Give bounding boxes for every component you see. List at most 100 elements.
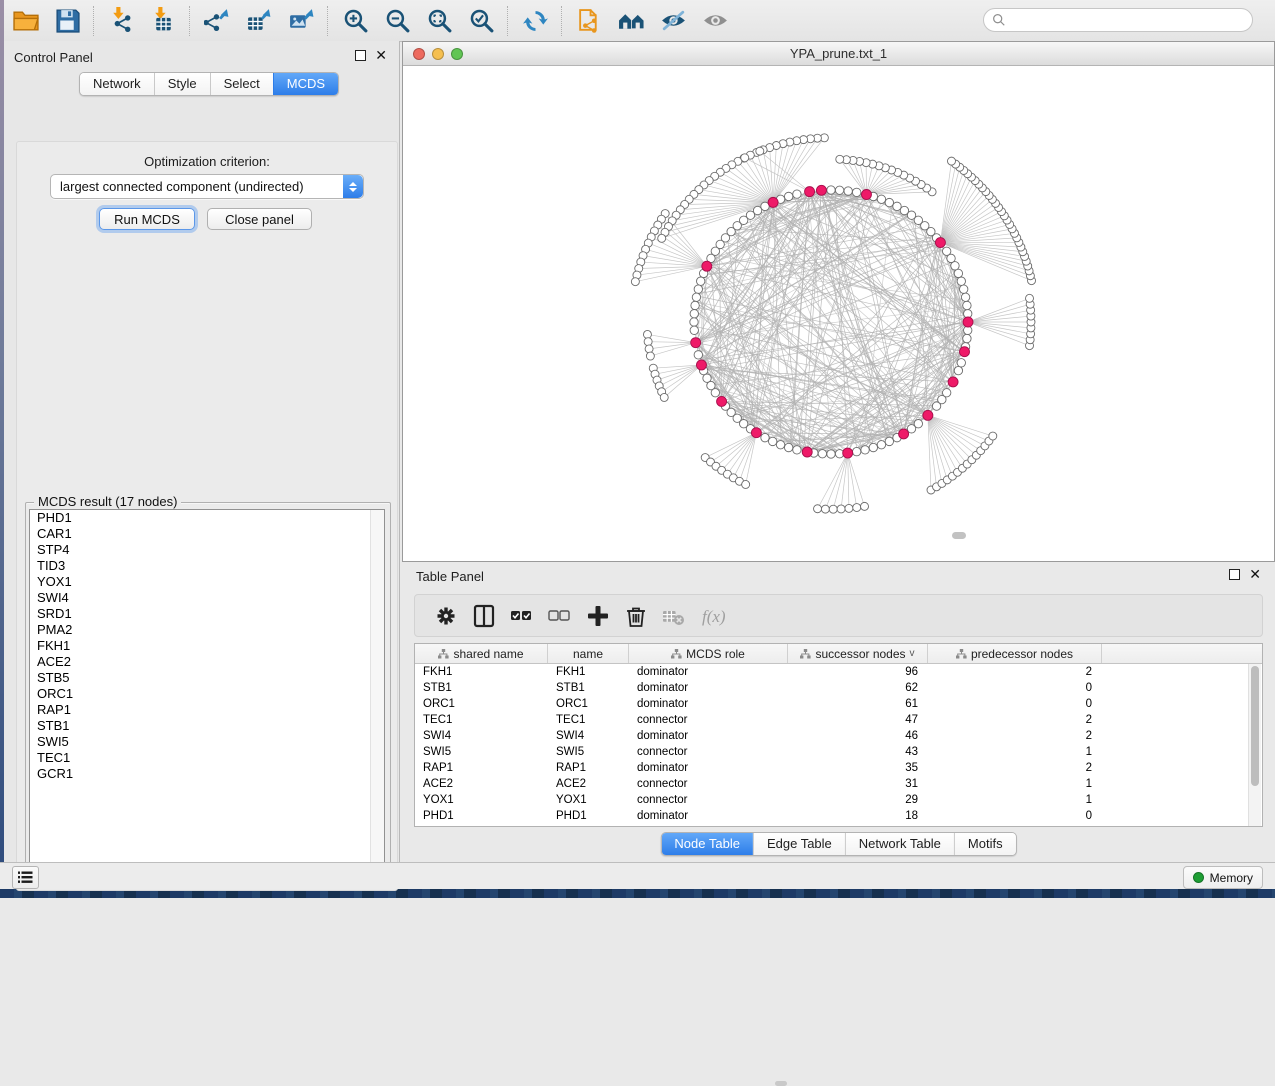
network-node[interactable]	[852, 188, 860, 196]
tab-style[interactable]: Style	[154, 73, 210, 95]
mcds-dominator-node[interactable]	[923, 410, 933, 420]
table-row[interactable]: STB1STB1dominator620	[415, 680, 1262, 696]
table-row[interactable]: FKH1FKH1dominator962	[415, 664, 1262, 680]
memory-button[interactable]: Memory	[1183, 866, 1263, 889]
tab-select[interactable]: Select	[210, 73, 273, 95]
network-node[interactable]	[827, 450, 835, 458]
node-table[interactable]: shared namenameMCDS rolesuccessor nodesv…	[414, 643, 1263, 827]
mcds-result-node[interactable]: YOX1	[30, 574, 384, 590]
network-leaf-node[interactable]	[756, 147, 764, 155]
network-canvas[interactable]	[404, 66, 1275, 562]
mcds-result-node[interactable]: SWI5	[30, 734, 384, 750]
network-node[interactable]	[818, 450, 826, 458]
result-scrollbar[interactable]	[370, 510, 384, 869]
open-session-button[interactable]	[4, 3, 46, 39]
network-node[interactable]	[963, 334, 971, 342]
column-header-successor-nodes[interactable]: successor nodesv	[788, 644, 928, 663]
table-row[interactable]: PHD1PHD1dominator180	[415, 808, 1262, 824]
network-node[interactable]	[877, 441, 885, 449]
network-node[interactable]	[768, 437, 776, 445]
network-leaf-node[interactable]	[631, 278, 639, 286]
network-node[interactable]	[776, 441, 784, 449]
network-node[interactable]	[959, 285, 967, 293]
mcds-result-node[interactable]: GCR1	[30, 766, 384, 782]
network-node[interactable]	[793, 446, 801, 454]
network-node[interactable]	[690, 326, 698, 334]
float-panel-icon[interactable]	[355, 50, 366, 61]
select-all-button[interactable]	[503, 599, 541, 633]
network-leaf-node[interactable]	[853, 504, 861, 512]
network-scroll-thumb[interactable]	[952, 532, 966, 539]
mcds-result-list[interactable]: PHD1CAR1STP4TID3YOX1SWI4SRD1PMA2FKH1ACE2…	[29, 509, 385, 870]
mcds-result-node[interactable]: STB1	[30, 718, 384, 734]
mcds-result-node[interactable]: FKH1	[30, 638, 384, 654]
run-mcds-button[interactable]: Run MCDS	[99, 208, 195, 230]
mcds-dominator-node[interactable]	[702, 261, 712, 271]
save-session-button[interactable]	[46, 3, 88, 39]
mcds-dominator-node[interactable]	[959, 347, 969, 357]
network-node[interactable]	[761, 433, 769, 441]
table-row[interactable]: SWI5SWI5connector431	[415, 744, 1262, 760]
export-network-button[interactable]	[196, 3, 238, 39]
network-leaf-node[interactable]	[837, 505, 845, 513]
network-node[interactable]	[784, 443, 792, 451]
table-row[interactable]: ORC1ORC1dominator610	[415, 696, 1262, 712]
network-node[interactable]	[692, 293, 700, 301]
mcds-dominator-node[interactable]	[717, 396, 727, 406]
hide-selected-button[interactable]	[652, 3, 694, 39]
mcds-dominator-node[interactable]	[861, 189, 871, 199]
network-node[interactable]	[877, 195, 885, 203]
mcds-result-node[interactable]: RAP1	[30, 702, 384, 718]
network-node[interactable]	[793, 190, 801, 198]
network-node[interactable]	[869, 443, 877, 451]
delete-button[interactable]	[617, 599, 655, 633]
column-header-MCDS-role[interactable]: MCDS role	[629, 644, 788, 663]
mcds-result-node[interactable]: ORC1	[30, 686, 384, 702]
splitter-handle[interactable]	[775, 1081, 787, 1086]
tab-network[interactable]: Network	[80, 73, 154, 95]
network-node[interactable]	[942, 389, 950, 397]
network-leaf-node[interactable]	[646, 352, 654, 360]
network-node[interactable]	[694, 285, 702, 293]
network-leaf-node[interactable]	[644, 338, 652, 346]
network-leaf-node[interactable]	[643, 330, 651, 338]
mcds-dominator-node[interactable]	[816, 185, 826, 195]
table-scrollbar[interactable]	[1248, 664, 1261, 826]
network-leaf-node[interactable]	[861, 502, 869, 510]
import-table-button[interactable]	[142, 3, 184, 39]
add-button[interactable]	[579, 599, 617, 633]
tab-node-table[interactable]: Node Table	[661, 833, 753, 855]
mcds-dominator-node[interactable]	[802, 447, 812, 457]
mcds-dominator-node[interactable]	[948, 377, 958, 387]
network-node[interactable]	[914, 420, 922, 428]
network-leaf-node[interactable]	[658, 234, 666, 242]
network-node[interactable]	[852, 447, 860, 455]
search-box[interactable]	[983, 8, 1253, 32]
network-node[interactable]	[711, 389, 719, 397]
mcds-result-node[interactable]: PHD1	[30, 510, 384, 526]
close-panel-button[interactable]: Close panel	[207, 208, 312, 230]
network-node[interactable]	[961, 293, 969, 301]
network-node[interactable]	[942, 247, 950, 255]
table-scroll-thumb[interactable]	[1251, 666, 1259, 786]
mcds-result-node[interactable]: ACE2	[30, 654, 384, 670]
search-input[interactable]	[1010, 10, 1252, 30]
mcds-dominator-node[interactable]	[691, 338, 701, 348]
apply-layout-button[interactable]	[514, 3, 556, 39]
network-leaf-node[interactable]	[645, 345, 653, 353]
mcds-result-node[interactable]: TID3	[30, 558, 384, 574]
export-table-button[interactable]	[238, 3, 280, 39]
tab-network-table[interactable]: Network Table	[845, 833, 954, 855]
tab-mcds[interactable]: MCDS	[273, 73, 338, 95]
float-table-panel-icon[interactable]	[1229, 569, 1240, 580]
mcds-dominator-node[interactable]	[696, 360, 706, 370]
criterion-dropdown[interactable]: largest connected component (undirected)	[50, 174, 364, 199]
network-node[interactable]	[844, 187, 852, 195]
column-header-name[interactable]: name	[548, 644, 629, 663]
mcds-result-node[interactable]: CAR1	[30, 526, 384, 542]
columns-button[interactable]	[465, 599, 503, 633]
network-node[interactable]	[691, 301, 699, 309]
import-network-button[interactable]	[100, 3, 142, 39]
mcds-result-node[interactable]: STB5	[30, 670, 384, 686]
network-leaf-node[interactable]	[660, 393, 668, 401]
